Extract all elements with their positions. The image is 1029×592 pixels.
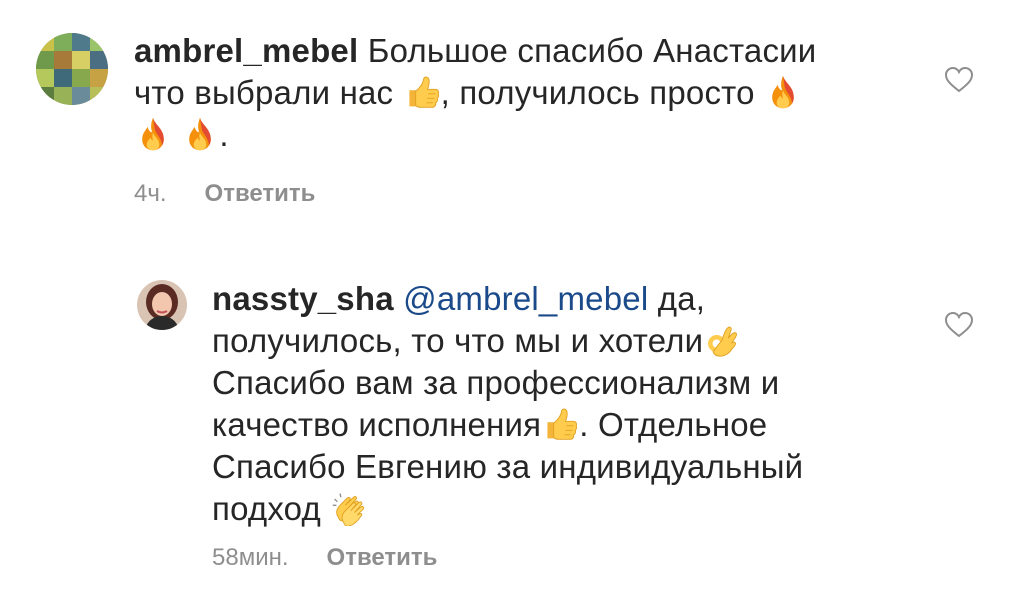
mention-link[interactable]: @ambrel_mebel <box>403 280 648 317</box>
comment-line: получилось, то что мы и хотели <box>212 322 704 359</box>
avatar-ambrel-mebel[interactable] <box>36 33 108 105</box>
comment-line: качество исполнения <box>212 406 542 443</box>
thumbs-up-icon <box>541 406 579 442</box>
comment-time: 4ч. <box>134 180 167 207</box>
clapping-hands-icon <box>330 490 368 526</box>
comment-line: да, <box>657 280 706 317</box>
fire-icon <box>181 116 219 152</box>
ok-hand-icon <box>703 322 741 358</box>
comment-text: nassty_sha @ambrel_mebel да, получилось,… <box>212 278 892 530</box>
comment-line: Спасибо вам за профессионализм и <box>212 364 780 401</box>
comment-ambrel-mebel: ambrel_mebel Большое спасибо Анастасии ч… <box>0 0 1029 230</box>
like-heart-icon[interactable] <box>944 66 974 94</box>
comment-username[interactable]: nassty_sha <box>212 280 394 317</box>
comment-nassty-sha: nassty_sha @ambrel_mebel да, получилось,… <box>0 230 1029 592</box>
comment-line: , получилось просто <box>440 74 755 111</box>
comment-line: . <box>219 116 229 153</box>
comment-meta: 4ч. Ответить <box>134 180 315 208</box>
comment-line: . Отдельное <box>579 406 768 443</box>
comment-meta: 58мин. Ответить <box>212 544 437 572</box>
thumbs-up-icon <box>403 74 441 110</box>
reply-button[interactable]: Ответить <box>205 180 316 207</box>
avatar-nassty-sha[interactable] <box>137 280 187 330</box>
fire-icon <box>134 116 172 152</box>
comment-line: Спасибо Евгению за индивидуальный <box>212 448 804 485</box>
comment-line: подход <box>212 490 321 527</box>
comment-line: Большое спасибо Анастасии <box>367 32 817 69</box>
fire-icon <box>764 74 802 110</box>
comment-text: ambrel_mebel Большое спасибо Анастасии ч… <box>134 30 894 156</box>
like-heart-icon[interactable] <box>944 311 974 339</box>
comment-line: что выбрали нас <box>134 74 394 111</box>
reply-button[interactable]: Ответить <box>327 544 438 571</box>
comment-username[interactable]: ambrel_mebel <box>134 32 358 69</box>
comment-time: 58мин. <box>212 544 289 571</box>
